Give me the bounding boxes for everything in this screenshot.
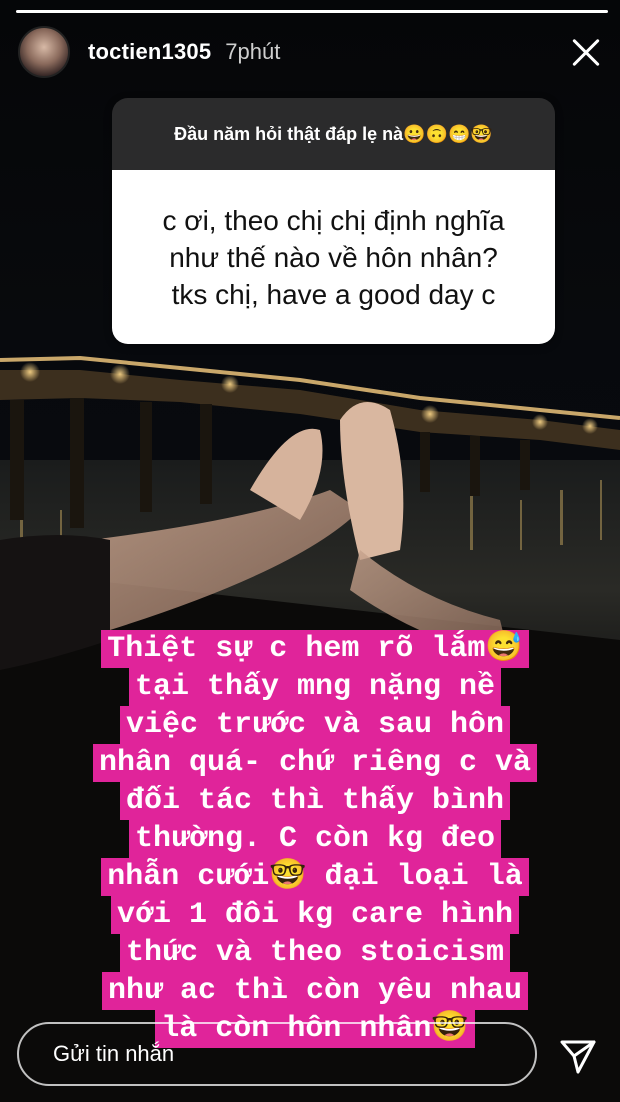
answer-line: tại thấy mng nặng nề: [128, 668, 502, 706]
story-progress-bar: [16, 10, 608, 13]
question-prompt: Đầu năm hỏi thật đáp lẹ nà😀🙃😁🤓: [112, 98, 555, 170]
story-timestamp: 7phút: [225, 39, 281, 64]
answer-line: thường. C còn kg đeo: [128, 820, 502, 858]
answer-line: việc trước và sau hôn: [119, 706, 511, 744]
story-header: toctien1305 7phút: [18, 26, 608, 78]
reply-bar[interactable]: [17, 1022, 537, 1086]
close-icon[interactable]: [564, 30, 608, 74]
answer-line: Thiệt sự c hem rõ lắm😅: [101, 630, 529, 668]
send-icon[interactable]: [556, 1034, 600, 1078]
question-line: c ơi, theo chị chị định nghĩa: [162, 204, 505, 236]
answer-line: nhân quá- chứ riêng c và: [92, 744, 538, 782]
avatar[interactable]: [18, 26, 70, 78]
message-input[interactable]: [51, 1040, 495, 1068]
question-sticker[interactable]: Đầu năm hỏi thật đáp lẹ nà😀🙃😁🤓 c ơi, the…: [112, 98, 555, 344]
story-progress-fill: [16, 10, 608, 13]
answer-line: với 1 đôi kg care hình: [110, 896, 520, 934]
answer-line: như ac thì còn yêu nhau: [101, 972, 529, 1010]
answer-line: đối tác thì thấy bình: [119, 782, 511, 820]
question-body: c ơi, theo chị chị định nghĩa như thế nà…: [112, 170, 555, 344]
story-viewer: toctien1305 7phút Đầu năm hỏi thật đáp l…: [0, 0, 620, 1102]
answer-text: Thiệt sự c hem rõ lắm😅 tại thấy mng nặng…: [60, 630, 570, 1048]
answer-line: thức và theo stoicism: [119, 934, 511, 972]
question-line: tks chị, have a good day c: [171, 278, 496, 310]
question-line: như thế nào về hôn nhân?: [169, 241, 498, 273]
answer-line: nhẫn cưới🤓 đại loại là: [101, 858, 529, 896]
username[interactable]: toctien1305: [88, 39, 211, 65]
